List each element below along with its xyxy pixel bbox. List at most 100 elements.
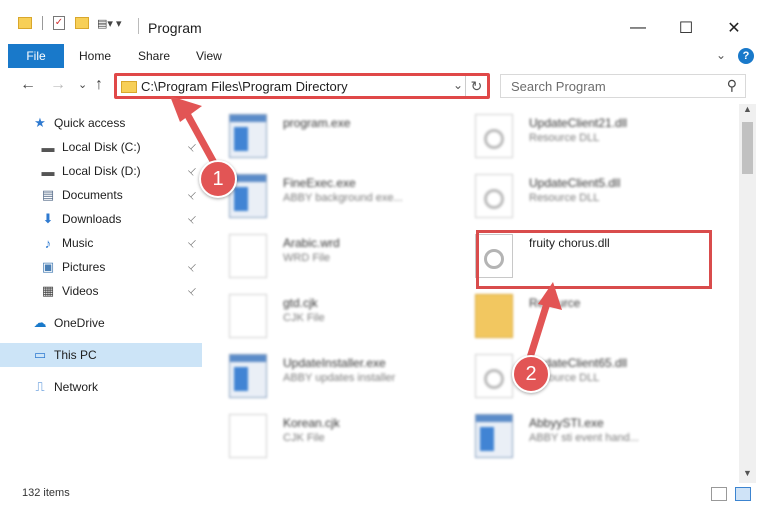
file-item[interactable]: FineExec.exe ABBY background exe... — [205, 166, 451, 222]
scroll-down-icon[interactable]: ▼ — [743, 468, 752, 478]
sidebar-item-label: Music — [62, 236, 94, 250]
search-input[interactable]: Search Program ⚲ — [500, 74, 746, 98]
chevron-down-icon[interactable]: ⌄ — [453, 78, 463, 92]
ribbon-tabs: File Home Share View ⌄ ? — [0, 44, 769, 68]
file-item[interactable]: UpdateClient5.dll Resource DLL — [451, 166, 697, 222]
sidebar-item-downloads[interactable]: ⬇ Downloads ⊥ — [0, 207, 202, 231]
file-item[interactable]: Resource — [451, 286, 697, 342]
sidebar-item-pictures[interactable]: ▣ Pictures ⊥ — [0, 255, 202, 279]
window-bar — [476, 415, 512, 422]
sidebar-item-label: Network — [54, 380, 99, 394]
file-description: Resource DLL — [529, 132, 600, 144]
file-item[interactable]: Korean.cjk CJK File — [205, 406, 451, 462]
details-view-icon[interactable] — [711, 487, 727, 501]
folder-icon[interactable] — [18, 17, 32, 29]
file-item[interactable]: UpdateClient21.dll Resource DLL — [451, 106, 697, 162]
step-1-badge: 1 — [199, 160, 237, 198]
pin-icon: ⊥ — [185, 236, 200, 250]
file-item[interactable]: AbbyySTI.exe ABBY sti event hand... — [451, 406, 697, 462]
drive-icon: ▬ — [41, 163, 55, 179]
vertical-scrollbar[interactable]: ▲ ▼ — [739, 104, 756, 484]
file-description: CJK File — [283, 432, 325, 444]
collapse-ribbon-icon[interactable]: ⌄ — [716, 48, 726, 62]
application-icon — [229, 114, 267, 158]
window-panel — [234, 367, 248, 391]
step-2-badge: 2 — [512, 355, 550, 393]
application-icon — [475, 414, 513, 458]
file-item-body: Resource — [451, 286, 697, 342]
network-icon: ⎍ — [35, 379, 45, 394]
file-list: program.exe UpdateClient21.dll Resource DL… — [205, 102, 739, 482]
file-name: Korean.cjk — [283, 416, 340, 430]
folder-icon — [121, 81, 137, 93]
sidebar-item-local-disk-d[interactable]: ▬ Local Disk (D:) ⊥ — [0, 159, 202, 183]
file-item[interactable]: UpdateClient65.dll Resource DLL — [451, 346, 697, 402]
tab-view[interactable]: View — [196, 44, 222, 68]
sidebar-item-quick-access[interactable]: ★ Quick access — [0, 111, 202, 135]
star-icon: ★ — [34, 115, 46, 130]
back-button[interactable]: ← — [20, 76, 36, 94]
application-icon — [229, 354, 267, 398]
sidebar-item-label: Local Disk (C:) — [62, 140, 141, 154]
minimize-button[interactable]: — — [618, 14, 658, 42]
sidebar-item-network[interactable]: ⎍ Network — [0, 375, 202, 399]
pin-icon: ⊥ — [185, 140, 200, 154]
scroll-thumb[interactable] — [742, 122, 753, 174]
maximize-button[interactable]: ☐ — [666, 14, 706, 42]
properties-icon[interactable]: ✓ — [53, 16, 65, 30]
refresh-button[interactable]: ↻ — [465, 76, 487, 96]
file-item[interactable]: UpdateInstaller.exe ABBY updates installe… — [205, 346, 451, 402]
search-icon[interactable]: ⚲ — [727, 77, 737, 94]
file-item[interactable]: program.exe — [205, 106, 451, 162]
pin-icon: ⊥ — [185, 284, 200, 298]
document-icon — [229, 414, 267, 458]
file-item-body: UpdateClient5.dll Resource DLL — [451, 166, 697, 222]
dll-file-icon — [475, 174, 513, 218]
tab-home[interactable]: Home — [79, 44, 111, 68]
sidebar-item-label: Videos — [62, 284, 99, 298]
window-panel — [480, 427, 494, 451]
video-icon: ▦ — [41, 283, 55, 298]
sidebar-item-onedrive[interactable]: ☁ OneDrive — [0, 311, 202, 335]
title-separator — [138, 18, 139, 34]
up-button[interactable]: ↑ — [95, 76, 103, 94]
tab-file[interactable]: File — [8, 44, 64, 68]
recent-locations-button[interactable]: ⌄ — [78, 78, 87, 91]
file-description: CJK File — [283, 312, 325, 324]
file-item-body: Korean.cjk CJK File — [205, 406, 451, 462]
address-bar[interactable]: C:\Program Files\Program Directory ⌄ ↻ — [114, 73, 490, 99]
large-icons-view-icon[interactable] — [735, 487, 751, 501]
sidebar-item-videos[interactable]: ▦ Videos ⊥ — [0, 279, 202, 303]
gear-icon — [484, 189, 504, 209]
tab-share[interactable]: Share — [138, 44, 170, 68]
file-description: ABBY sti event hand... — [529, 432, 639, 444]
window-title: Program — [148, 20, 202, 36]
sidebar-item-label: Downloads — [62, 212, 122, 226]
file-item[interactable]: gtd.cjk CJK File — [205, 286, 451, 342]
file-item-body: UpdateClient65.dll Resource DLL — [451, 346, 697, 402]
drive-icon: ▬ — [41, 139, 55, 155]
sidebar-item-label: OneDrive — [54, 316, 105, 330]
sidebar-item-documents[interactable]: ▤ Documents ⊥ — [0, 183, 202, 207]
close-button[interactable]: ✕ — [714, 14, 754, 42]
scroll-up-icon[interactable]: ▲ — [743, 104, 752, 114]
sidebar-item-label: Local Disk (D:) — [62, 164, 141, 178]
new-folder-icon[interactable] — [75, 17, 89, 29]
file-name: UpdateClient5.dll — [529, 176, 621, 190]
sidebar-item-local-disk-c[interactable]: ▬ Local Disk (C:) ⊥ — [0, 135, 202, 159]
help-icon[interactable]: ? — [738, 48, 754, 64]
file-item[interactable]: Arabic.wrd WRD File — [205, 226, 451, 282]
window-bar — [230, 115, 266, 122]
customize-toolbar-icon[interactable]: ▤▾ ▾ — [97, 17, 122, 30]
navigation-pane: ★ Quick access ▬ Local Disk (C:) ⊥ ▬ Local Dis… — [0, 108, 202, 483]
address-path[interactable]: C:\Program Files\Program Directory — [141, 79, 348, 94]
download-icon: ⬇ — [42, 211, 54, 226]
computer-icon: ▭ — [33, 347, 47, 362]
sidebar-item-this-pc[interactable]: ▭ This PC — [0, 343, 202, 367]
sidebar-item-music[interactable]: ♪ Music ⊥ — [0, 231, 202, 255]
sidebar-item-label: Documents — [62, 188, 123, 202]
dll-file-icon — [475, 354, 513, 398]
forward-button[interactable]: → — [50, 76, 66, 94]
documents-icon: ▤ — [41, 187, 55, 202]
window-panel — [234, 127, 248, 151]
